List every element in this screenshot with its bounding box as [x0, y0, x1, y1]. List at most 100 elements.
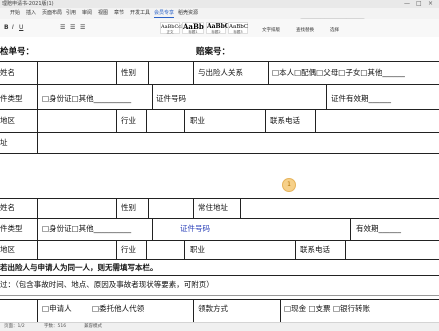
table-line — [0, 299, 439, 300]
table-line — [116, 198, 117, 218]
s1-id-number-label: 证件号码 — [156, 94, 186, 103]
claim-number-label: 赔案号： — [196, 47, 231, 57]
s2-occupation-label: 职业 — [190, 245, 205, 254]
tab-insert[interactable]: 插入 — [26, 9, 36, 18]
table-line — [240, 198, 241, 218]
s1-id-type-label: 件类型 — [0, 94, 23, 103]
s1-name-label: 姓名 — [0, 68, 15, 77]
s1-address-label: 址 — [0, 138, 8, 147]
s2-id-options[interactable]: □身份证□其他__________ — [42, 224, 131, 234]
style-heading2[interactable]: AaBbC 标题2 — [206, 22, 230, 34]
table-line — [193, 198, 194, 218]
ribbon-toolbar: B I U ☰ ☰ ☰ AaBbCcDd 正文 AaBb 标题1 AaBbC 标… — [0, 19, 439, 38]
table-line — [184, 109, 185, 132]
tab-references[interactable]: 引用 — [66, 9, 76, 18]
s1-occupation-label: 职业 — [190, 116, 205, 125]
s2-name-label: 姓名 — [0, 203, 15, 212]
align-center-icon[interactable]: ☰ — [70, 25, 75, 31]
minimize-button[interactable]: — — [404, 0, 410, 8]
s2-gender-label: 性别 — [121, 203, 136, 212]
s1-region-label: 地区 — [0, 116, 15, 125]
table-line — [37, 198, 38, 259]
table-line — [148, 198, 149, 218]
table-line — [265, 109, 266, 132]
s1-phone-label: 联系电话 — [270, 116, 300, 125]
document-canvas[interactable]: 检单号： 赔案号： 姓名 性别 与出险人关系 □本人□配偶□父母□子女□其他__… — [0, 37, 439, 322]
find-replace-tool[interactable]: 查找替换 — [296, 28, 314, 34]
table-line — [37, 61, 38, 153]
s2-id-type-label: 件类型 — [0, 224, 23, 233]
ribbon-tabs: 开始 插入 页面布局 引用 审阅 视图 章节 开发工具 会员专享 稻壳资源 Q … — [0, 8, 439, 25]
table-line — [152, 218, 153, 240]
table-line — [116, 61, 117, 84]
s2-residence-label: 常住地址 — [198, 203, 228, 212]
tab-page-layout[interactable]: 页面布局 — [42, 9, 62, 18]
close-button[interactable]: × — [428, 0, 433, 8]
bold-icon[interactable]: B — [4, 25, 9, 31]
table-line — [116, 240, 117, 259]
table-line — [0, 259, 439, 260]
document-title: 理赔申请书-2021版(1) — [2, 1, 54, 7]
tab-view[interactable]: 视图 — [98, 9, 108, 18]
page-gap — [0, 154, 439, 198]
style-normal[interactable]: AaBbCcDd 正文 — [160, 22, 188, 34]
table-line — [0, 218, 439, 219]
payment-options[interactable]: □现金 □支票 □银行转账 — [284, 304, 370, 314]
table-line — [0, 240, 439, 241]
s1-id-options[interactable]: □身份证□其他__________ — [42, 94, 131, 104]
table-line — [0, 84, 439, 85]
style-heading3[interactable]: AaBbC 标题3 — [228, 22, 248, 34]
table-line — [0, 198, 439, 199]
bottom-applicant-option[interactable]: □申请人 — [42, 304, 72, 314]
table-line — [280, 299, 281, 322]
tab-member[interactable]: 会员专享 — [154, 9, 175, 18]
s2-region-label: 地区 — [0, 245, 15, 254]
tab-sections[interactable]: 章节 — [114, 9, 124, 18]
s2-industry-label: 行业 — [121, 245, 136, 254]
s2-id-number-label: 证件号码 — [180, 224, 210, 233]
table-line — [0, 132, 439, 133]
select-tool[interactable]: 选择 — [330, 28, 339, 34]
table-line — [345, 240, 346, 259]
table-line — [152, 84, 153, 109]
s1-relation-options[interactable]: □本人□配偶□父母□子女□其他______ — [272, 68, 405, 78]
table-line — [0, 275, 439, 276]
s2-phone-label: 联系电话 — [300, 245, 330, 254]
s2-id-valid-label: 有效期______ — [356, 224, 401, 233]
table-line — [116, 109, 117, 132]
table-line — [0, 61, 439, 62]
s1-relation-label: 与出险人关系 — [198, 68, 243, 77]
tab-home[interactable]: 开始 — [10, 9, 20, 18]
table-line — [184, 240, 185, 259]
table-line — [146, 109, 147, 132]
table-line — [193, 61, 194, 84]
text-layout-tool[interactable]: 文字排版 — [262, 28, 280, 34]
s1-industry-label: 行业 — [121, 116, 136, 125]
same-person-note: 若出险人与申请人为同一人，则无需填写本栏。 — [0, 263, 158, 272]
table-line — [193, 299, 194, 322]
cursor-marker[interactable]: 1 — [282, 178, 296, 192]
table-line — [295, 240, 296, 259]
table-line — [0, 295, 439, 296]
policy-number-label: 检单号： — [0, 47, 35, 57]
table-line — [37, 299, 38, 322]
underline-icon[interactable]: U — [19, 25, 23, 31]
style-heading1[interactable]: AaBb 标题1 — [182, 22, 204, 34]
title-bar: 理赔申请书-2021版(1) — □ × — [0, 0, 439, 8]
s1-id-valid-label: 证件有效期______ — [331, 94, 391, 103]
italic-icon[interactable]: I — [12, 25, 14, 31]
maximize-button[interactable]: □ — [416, 0, 422, 8]
tab-review[interactable]: 审阅 — [82, 9, 92, 18]
align-right-icon[interactable]: ☰ — [80, 25, 85, 31]
table-line — [0, 109, 439, 110]
payment-method-label: 领款方式 — [198, 304, 228, 313]
table-line — [148, 61, 149, 84]
table-line — [268, 61, 269, 84]
table-line — [350, 218, 351, 240]
incident-description-label: 过：（包含事故时间、地点、原因及事故者现状等要素，可附页） — [0, 280, 214, 289]
bottom-agent-option[interactable]: □委托他人代领 — [92, 304, 144, 314]
align-left-icon[interactable]: ☰ — [60, 25, 65, 31]
tab-docer[interactable]: 稻壳资源 — [178, 9, 198, 18]
tab-developer[interactable]: 开发工具 — [130, 9, 150, 18]
table-line — [326, 84, 327, 109]
